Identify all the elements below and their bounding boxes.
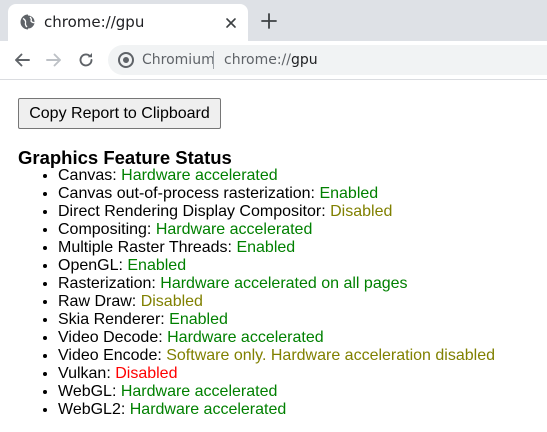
- feature-name: Canvas:: [58, 167, 122, 184]
- list-item: Vulkan: Disabled: [58, 365, 495, 383]
- feature-status: Hardware accelerated: [167, 329, 324, 346]
- page-heading: Graphics Feature Status: [18, 147, 232, 168]
- feature-name: Skia Renderer:: [58, 311, 170, 328]
- feature-name: Compositing:: [58, 221, 156, 238]
- page-content: Copy Report to Clipboard Graphics Featur…: [0, 80, 547, 432]
- feature-status: Enabled: [236, 239, 296, 256]
- forward-arrow-icon[interactable]: [44, 50, 64, 70]
- feature-name: Video Decode:: [58, 329, 168, 346]
- copy-report-button[interactable]: Copy Report to Clipboard: [18, 98, 221, 129]
- list-item: WebGL: Hardware accelerated: [58, 383, 495, 401]
- feature-name: Vulkan:: [58, 365, 116, 382]
- list-item: Video Encode: Software only. Hardware ac…: [58, 347, 495, 365]
- list-item: Rasterization: Hardware accelerated on a…: [58, 275, 495, 293]
- feature-name: Direct Rendering Display Compositor:: [58, 203, 331, 220]
- feature-name: Canvas out-of-process rasterization:: [58, 185, 320, 202]
- feature-status: Hardware accelerated on all pages: [160, 275, 408, 292]
- feature-status: Disabled: [140, 293, 203, 310]
- list-item: WebGL2: Hardware accelerated: [58, 401, 495, 419]
- feature-name: Video Encode:: [58, 347, 167, 364]
- list-item: Direct Rendering Display Compositor: Dis…: [58, 203, 495, 221]
- close-icon[interactable]: [224, 15, 238, 29]
- feature-status: Software only. Hardware acceleration dis…: [166, 347, 495, 364]
- feature-name: Rasterization:: [58, 275, 161, 292]
- feature-status: Disabled: [115, 365, 178, 382]
- list-item: OpenGL: Enabled: [58, 257, 495, 275]
- list-item: Compositing: Hardware accelerated: [58, 221, 495, 239]
- plus-icon[interactable]: [260, 12, 278, 30]
- browser-toolbar: Chromium chrome://gpu: [0, 41, 547, 80]
- feature-status: Hardware accelerated: [120, 383, 278, 400]
- origin-chip-label: Chromium: [142, 52, 215, 68]
- list-item: Multiple Raster Threads: Enabled: [58, 239, 495, 257]
- feature-name: WebGL:: [58, 383, 121, 400]
- list-item: Video Decode: Hardware accelerated: [58, 329, 495, 347]
- feature-status: Enabled: [319, 185, 379, 202]
- feature-status: Disabled: [330, 203, 393, 220]
- reload-icon[interactable]: [76, 50, 96, 70]
- feature-name: OpenGL:: [58, 257, 128, 274]
- list-item: Canvas out-of-process rasterization: Ena…: [58, 185, 495, 203]
- url-scheme: chrome://: [224, 52, 291, 68]
- list-item: Canvas: Hardware accelerated: [58, 167, 495, 185]
- feature-status: Hardware accelerated: [155, 221, 313, 238]
- list-item: Skia Renderer: Enabled: [58, 311, 495, 329]
- list-item: Raw Draw: Disabled: [58, 293, 495, 311]
- feature-name: Raw Draw:: [58, 293, 141, 310]
- feature-status: Enabled: [127, 257, 187, 274]
- tab-title: chrome://gpu: [44, 13, 145, 31]
- url-host: gpu: [291, 52, 318, 68]
- back-arrow-icon[interactable]: [12, 50, 32, 70]
- feature-status: Enabled: [169, 311, 228, 328]
- url-text[interactable]: chrome://gpu: [224, 52, 318, 68]
- feature-status: Hardware accelerated: [129, 401, 287, 418]
- active-tab[interactable]: chrome://gpu: [8, 4, 248, 41]
- feature-status-list: Canvas: Hardware acceleratedCanvas out-o…: [18, 167, 495, 419]
- feature-name: WebGL2:: [58, 401, 130, 418]
- feature-name: Multiple Raster Threads:: [58, 239, 237, 256]
- chromium-info-icon[interactable]: [118, 52, 134, 68]
- omnibox-divider: [213, 51, 214, 69]
- address-bar[interactable]: Chromium chrome://gpu: [108, 45, 547, 75]
- globe-icon: [20, 14, 36, 30]
- feature-status: Hardware accelerated: [121, 167, 278, 184]
- tab-strip: chrome://gpu: [0, 0, 547, 41]
